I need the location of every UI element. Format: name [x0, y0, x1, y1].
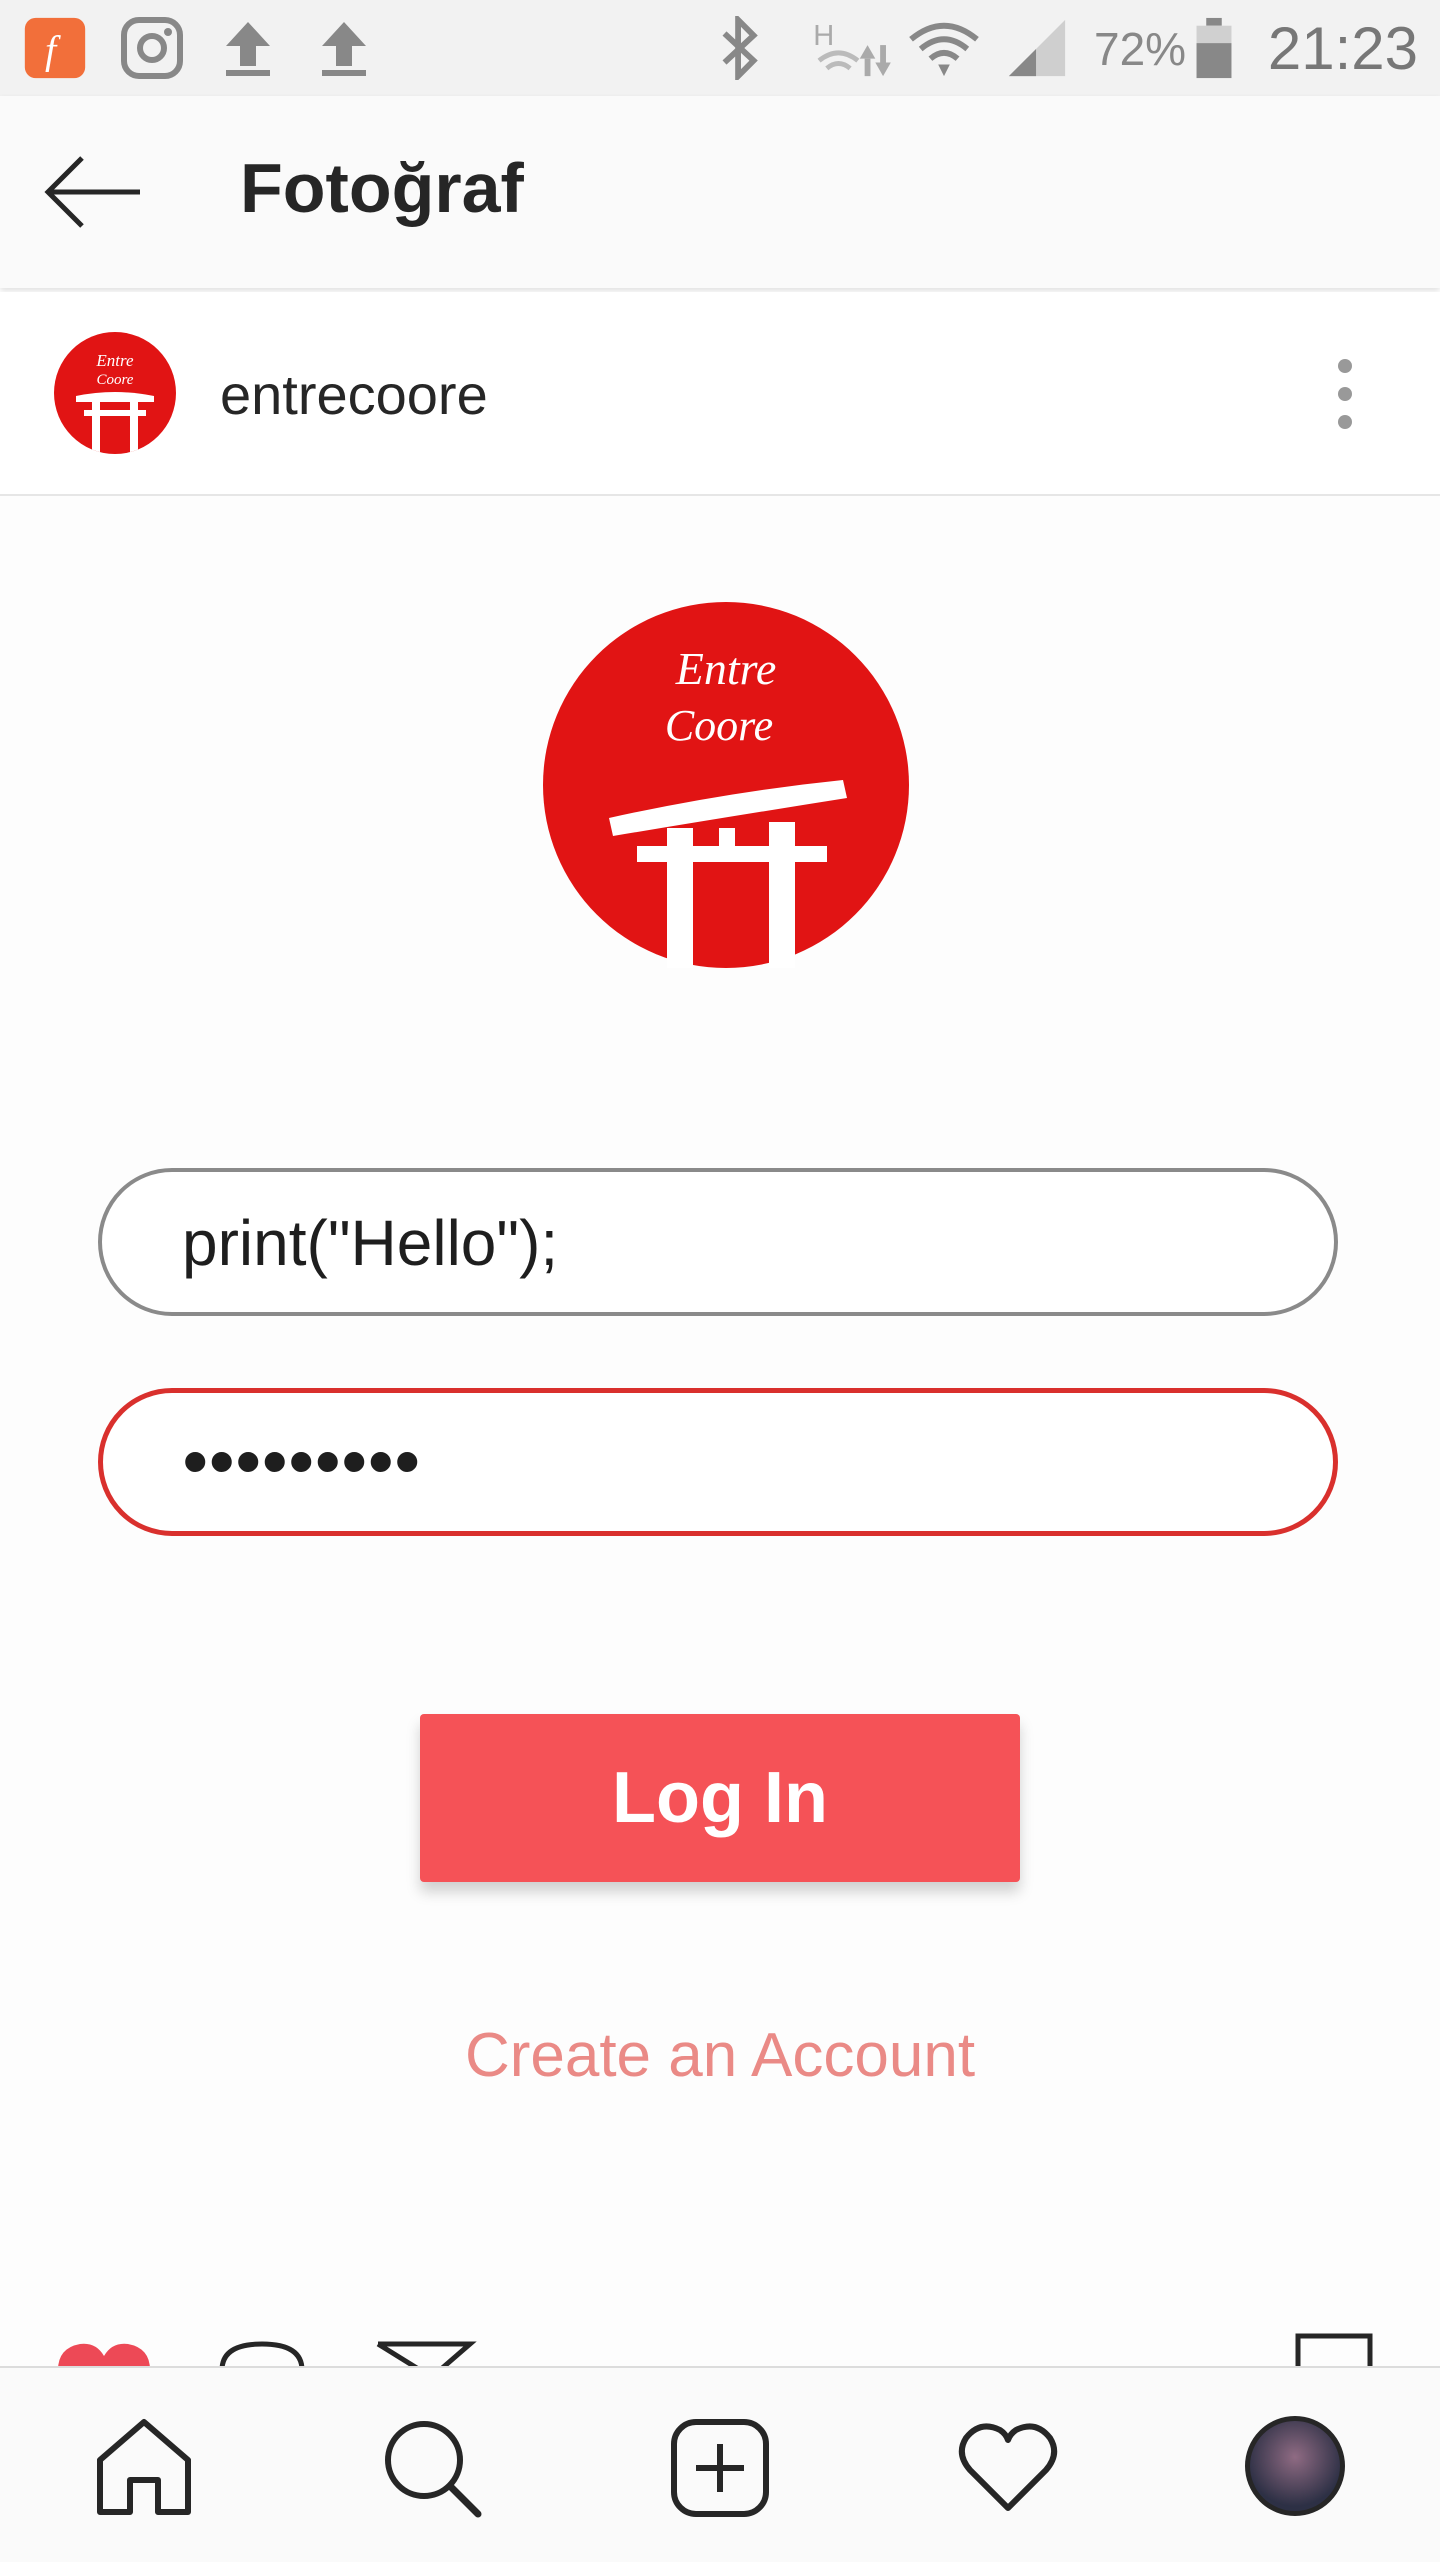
svg-text:H: H — [813, 20, 834, 52]
logo-text-line1: Entre — [675, 643, 777, 694]
search-icon[interactable] — [380, 2416, 484, 2520]
action-row-icons — [58, 2333, 1373, 2370]
bottom-nav — [0, 2366, 1440, 2562]
home-icon[interactable] — [92, 2416, 196, 2520]
torii-logo-icon: Entre Coore — [543, 602, 909, 968]
post-header: Entre Coore entrecoore — [0, 292, 1440, 496]
username-field-value: print("Hello"); — [182, 1207, 559, 1279]
page-title: Fotoğraf — [240, 149, 524, 227]
vertical-dots-icon[interactable] — [1320, 354, 1370, 434]
post-username[interactable]: entrecoore — [220, 362, 488, 427]
status-time: 21:23 — [1267, 15, 1418, 82]
upload-icon — [322, 22, 366, 76]
battery-icon — [1196, 17, 1232, 79]
login-button[interactable]: Log In — [420, 1714, 1020, 1882]
password-field-value: ••••••••• — [183, 1422, 422, 1500]
profile-avatar[interactable] — [1245, 2416, 1345, 2516]
battery-percent: 72% — [1094, 23, 1187, 75]
heart-icon[interactable] — [956, 2416, 1060, 2520]
cell-signal-icon — [1008, 19, 1066, 77]
create-account-link[interactable]: Create an Account — [0, 2020, 1440, 2091]
bookmark-icon[interactable] — [1295, 2333, 1373, 2370]
wifi-icon — [909, 22, 979, 77]
app-header: Fotoğraf — [0, 96, 1440, 288]
hspa-signal-icon: H — [813, 20, 891, 77]
post-action-row — [0, 2330, 1440, 2370]
password-field[interactable]: ••••••••• — [98, 1388, 1338, 1536]
bluetooth-icon — [722, 16, 758, 80]
logo-text-line2: Coore — [665, 701, 773, 750]
instagram-icon — [121, 17, 183, 79]
svg-text:Coore: Coore — [97, 372, 134, 388]
status-bar: f H 72% 21:23 — [0, 0, 1440, 96]
avatar[interactable]: Entre Coore — [54, 332, 176, 454]
add-post-icon[interactable] — [668, 2416, 772, 2520]
username-field[interactable]: print("Hello"); — [98, 1168, 1338, 1316]
torii-logo-icon: Entre Coore — [76, 351, 154, 454]
arrow-left-icon[interactable] — [44, 154, 144, 230]
svg-text:Entre: Entre — [95, 351, 134, 370]
post-image: Entre Coore print("Hello"); ••••••••• Lo… — [0, 496, 1440, 2366]
flash-app-icon: f — [24, 17, 86, 79]
upload-icon — [226, 22, 270, 76]
